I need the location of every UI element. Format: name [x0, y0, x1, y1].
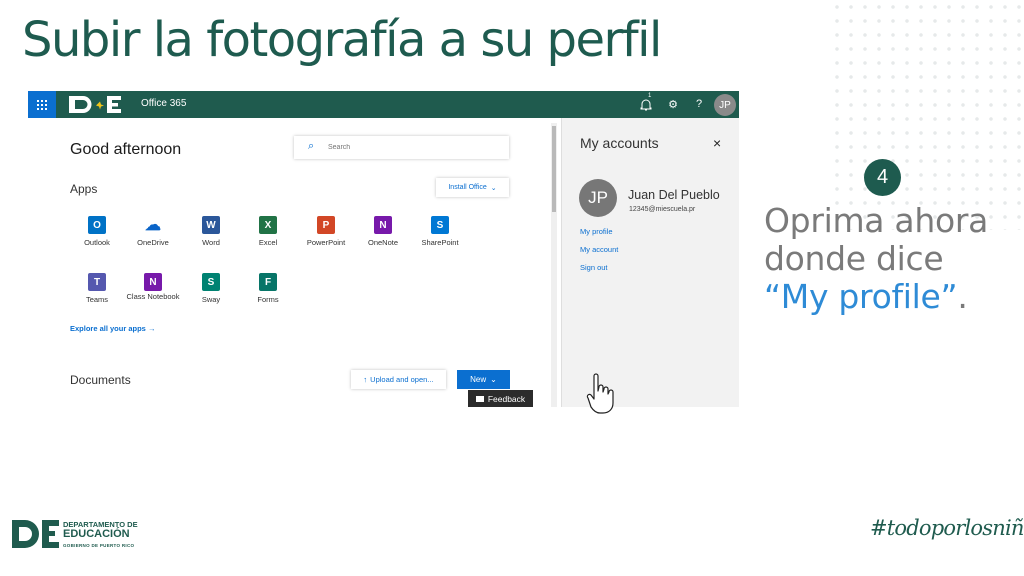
app-name: Office 365 — [141, 98, 187, 109]
chat-icon — [475, 395, 484, 402]
arrow-right-icon: → — [147, 324, 156, 333]
app-label: Sway — [201, 295, 221, 304]
app-tile[interactable]: X Excel — [239, 216, 297, 248]
onenote-icon: N — [374, 216, 392, 234]
outlook-icon: O — [88, 216, 106, 234]
instruction-text: Oprima ahora donde dice “My profile”. — [764, 202, 988, 316]
app-label: OneDrive — [137, 238, 169, 247]
sign-out-link[interactable]: Sign out — [580, 263, 608, 272]
step-number-badge: 4 — [864, 159, 901, 196]
avatar[interactable]: JP — [714, 94, 736, 116]
panel-title: My accounts — [580, 135, 659, 151]
explore-apps-label: Explore all your apps — [70, 324, 146, 333]
logo-line-3: GOBIERNO DE PUERTO RICO — [63, 543, 135, 548]
account-name: Juan Del Pueblo — [628, 188, 720, 202]
slide-title: Subir la fotografía a su perfil — [22, 12, 662, 68]
greeting: Good afternoon — [70, 141, 182, 158]
upload-icon: ↑ — [363, 375, 368, 384]
install-office-button[interactable]: Install Office ⌄ — [436, 178, 509, 197]
sway-icon: S — [202, 273, 220, 291]
account-email: 12345@miescuela.pr — [629, 206, 696, 213]
hand-pointer-icon — [586, 373, 614, 414]
app-label: Teams — [85, 295, 109, 304]
teams-icon: T — [88, 273, 106, 291]
forms-icon: F — [259, 273, 277, 291]
instruction-line-3: “My profile”. — [764, 278, 988, 316]
instruction-end: . — [957, 277, 968, 316]
my-profile-link[interactable]: My profile — [580, 227, 613, 236]
gear-icon[interactable]: ⚙ — [666, 96, 680, 112]
scrollbar-thumb[interactable] — [552, 126, 556, 212]
search-icon: ⌕ — [308, 140, 315, 152]
apps-heading: Apps — [70, 182, 98, 196]
my-account-link[interactable]: My account — [580, 245, 618, 254]
office365-top-bar: Office 365 1 ⚙ ? JP — [28, 91, 739, 118]
explore-apps-link[interactable]: Explore all your apps → — [70, 324, 155, 333]
feedback-button[interactable]: Feedback — [468, 390, 533, 407]
de-logo-icon[interactable] — [67, 93, 123, 116]
account-avatar: JP — [579, 179, 617, 217]
department-education-logo: DEPARTAMENTO DE EDUCACIÓN GOBIERNO DE PU… — [12, 518, 182, 552]
app-tile[interactable]: S SharePoint — [411, 216, 469, 248]
app-tile[interactable]: N OneNote — [354, 216, 412, 248]
app-label: Forms — [257, 295, 279, 304]
bell-icon[interactable]: 1 — [639, 93, 653, 112]
upload-open-button[interactable]: ↑ Upload and open... — [351, 370, 446, 389]
hashtag-logo: #todoporlosniños — [870, 516, 1024, 540]
app-tile[interactable]: O Outlook — [68, 216, 126, 248]
instruction-highlight: “My profile” — [764, 277, 958, 316]
app-label: Word — [202, 238, 220, 247]
word-icon: W — [202, 216, 220, 234]
search-box[interactable]: ⌕ — [294, 136, 509, 159]
app-label: OneNote — [367, 238, 399, 247]
de-mark-icon — [12, 520, 59, 548]
app-tile[interactable]: ☁ OneDrive — [124, 216, 182, 248]
excel-icon: X — [259, 216, 277, 234]
app-tile[interactable]: S Sway — [182, 273, 240, 305]
sharepoint-icon: S — [431, 216, 449, 234]
app-label: SharePoint — [421, 238, 459, 247]
new-label: New — [470, 375, 487, 384]
close-icon[interactable]: × — [713, 135, 721, 151]
my-accounts-panel: My accounts × JP Juan Del Pueblo 12345@m… — [561, 118, 739, 407]
app-tile[interactable]: N Class Notebook — [124, 273, 182, 302]
app-tile[interactable]: T Teams — [68, 273, 126, 305]
chevron-down-icon: ⌄ — [490, 375, 497, 384]
office365-screenshot: Office 365 1 ⚙ ? JP Good afternoon ⌕ App… — [28, 91, 739, 407]
decorative-dot-pattern — [830, 0, 1024, 230]
chevron-down-icon: ⌄ — [490, 184, 497, 192]
help-icon[interactable]: ? — [692, 96, 706, 112]
feedback-label: Feedback — [487, 393, 526, 404]
instruction-line-1: Oprima ahora — [764, 201, 989, 240]
app-tile[interactable]: P PowerPoint — [297, 216, 355, 248]
instruction-line-2: donde dice — [764, 239, 944, 278]
app-label: Outlook — [84, 238, 110, 247]
app-tile[interactable]: F Forms — [239, 273, 297, 305]
logo-line-2: EDUCACIÓN — [63, 528, 130, 540]
install-office-label: Install Office — [448, 184, 487, 191]
app-label: Excel — [258, 238, 278, 247]
documents-heading: Documents — [70, 373, 131, 387]
search-input[interactable] — [328, 140, 498, 154]
new-button[interactable]: New ⌄ — [457, 370, 510, 389]
powerpoint-icon: P — [317, 216, 335, 234]
notification-count: 1 — [648, 93, 652, 99]
app-label: Class Notebook — [126, 292, 180, 301]
upload-open-label: Upload and open... — [370, 375, 434, 384]
app-label: PowerPoint — [306, 238, 346, 247]
class-notebook-icon: N — [144, 273, 162, 291]
app-launcher-icon[interactable] — [28, 91, 56, 118]
onedrive-icon: ☁ — [145, 217, 161, 234]
app-tile[interactable]: W Word — [182, 216, 240, 248]
